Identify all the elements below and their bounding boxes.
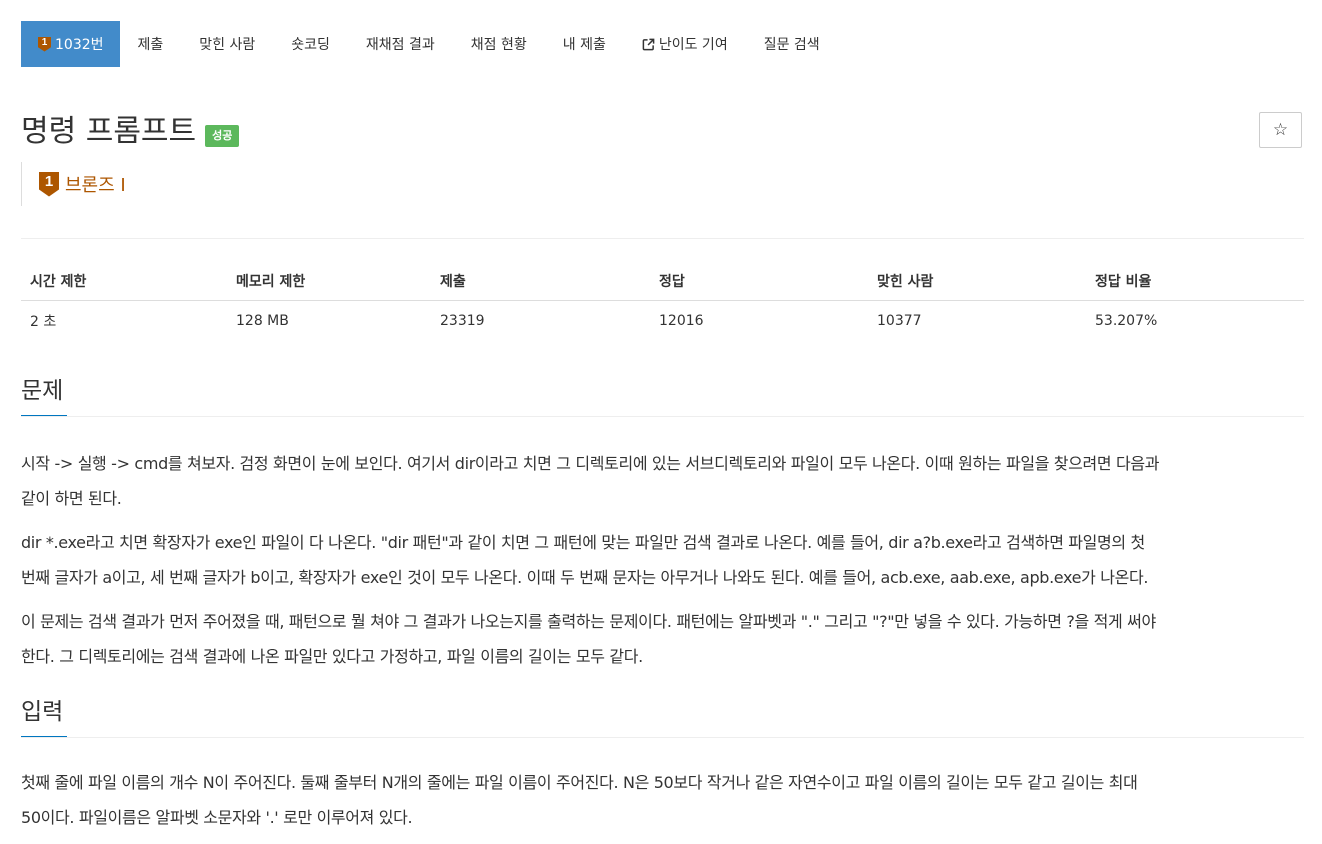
table-header: 정답 비율 — [1086, 262, 1304, 301]
input-description-line: 첫째 줄에 파일 이름의 개수 N이 주어진다. 둘째 줄부터 N개의 줄에는 … — [21, 773, 1138, 792]
tab-submit[interactable]: 제출 — [120, 21, 182, 67]
tab-label: 재채점 결과 — [365, 37, 435, 53]
star-icon: ☆ — [1272, 120, 1289, 140]
bronze-tier-icon: 1 — [38, 36, 51, 52]
input-description-line: 50이다. 파일이름은 알파벳 소문자와 '.' 로만 이루어져 있다. — [21, 808, 413, 827]
tab-status[interactable]: 채점 현황 — [453, 21, 545, 67]
tier-label[interactable]: 브론즈 I — [65, 171, 126, 197]
tab-question-search[interactable]: 질문 검색 — [746, 21, 838, 67]
tab-label: 난이도 기여 — [658, 37, 728, 53]
tab-label: 채점 현황 — [470, 37, 527, 53]
section-heading-input: 입력 — [21, 699, 64, 725]
tab-label: 질문 검색 — [763, 37, 820, 53]
tab-my-submissions[interactable]: 내 제출 — [545, 21, 624, 67]
table-header-row: 시간 제한 메모리 제한 제출 정답 맞힌 사람 정답 비율 — [21, 262, 1304, 301]
tab-label: 맞힌 사람 — [199, 37, 256, 53]
table-header: 시간 제한 — [21, 262, 227, 301]
section-divider — [21, 416, 1304, 417]
table-header: 제출 — [431, 262, 650, 301]
table-cell: 2 초 — [30, 314, 57, 330]
table-cell: 53.207% — [1095, 313, 1158, 329]
tab-label: 1032번 — [55, 37, 104, 53]
external-link-icon — [642, 38, 655, 50]
problem-tier: 1 브론즈 I — [21, 162, 126, 206]
problem-description-line: 한다. 그 디렉토리에는 검색 결과에 나온 파일만 있다고 가정하고, 파일 … — [21, 647, 643, 666]
problem-description-line: 이 문제는 검색 결과가 먼저 주어졌을 때, 패턴으로 뭘 쳐야 그 결과가 … — [21, 612, 1156, 631]
problem-menu: 1 1032번 제출 맞힌 사람 숏코딩 재채점 결과 채점 현황 내 제출 난… — [21, 21, 1304, 67]
problem-info-table: 시간 제한 메모리 제한 제출 정답 맞힌 사람 정답 비율 2 초 128 M… — [21, 262, 1304, 341]
section-divider — [21, 737, 1304, 738]
tab-rejudge-results[interactable]: 재채점 결과 — [348, 21, 453, 67]
problem-description-line: 시작 -> 실행 -> cmd를 쳐보자. 검정 화면이 눈에 보인다. 여기서… — [21, 454, 1160, 473]
status-badge: 성공 — [205, 125, 240, 147]
table-cell: 10377 — [877, 313, 922, 329]
table-header: 정답 — [650, 262, 868, 301]
section-heading-problem: 문제 — [21, 378, 64, 404]
table-row: 2 초 128 MB 23319 12016 10377 53.207% — [21, 301, 1304, 342]
tab-accepted-users[interactable]: 맞힌 사람 — [181, 21, 273, 67]
table-cell: 23319 — [440, 313, 485, 329]
tab-problem-number[interactable]: 1 1032번 — [21, 21, 120, 67]
tab-difficulty-contribution[interactable]: 난이도 기여 — [624, 21, 746, 67]
problem-description-line: 번째 글자가 a이고, 세 번째 글자가 b이고, 확장자가 exe인 것이 모… — [21, 568, 1149, 587]
tab-short-coding[interactable]: 숏코딩 — [273, 21, 348, 67]
problem-title: 명령 프롬프트 — [21, 114, 197, 149]
problem-description-line: dir *.exe라고 치면 확장자가 exe인 파일이 다 나온다. "dir… — [21, 533, 1145, 552]
tab-label: 숏코딩 — [291, 37, 330, 53]
bronze-tier-icon: 1 — [39, 171, 59, 197]
favorite-star-button[interactable]: ☆ — [1259, 112, 1302, 148]
table-header: 메모리 제한 — [227, 262, 431, 301]
table-cell: 128 MB — [236, 313, 289, 329]
title-row: 명령 프롬프트 성공 — [21, 114, 240, 150]
divider — [21, 238, 1304, 239]
table-cell: 12016 — [659, 313, 704, 329]
problem-page: 1 1032번 제출 맞힌 사람 숏코딩 재채점 결과 채점 현황 내 제출 난… — [0, 0, 1322, 844]
table-header: 맞힌 사람 — [868, 262, 1086, 301]
tab-label: 제출 — [137, 37, 164, 53]
tab-label: 내 제출 — [562, 37, 606, 53]
problem-description-line: 같이 하면 된다. — [21, 489, 122, 508]
